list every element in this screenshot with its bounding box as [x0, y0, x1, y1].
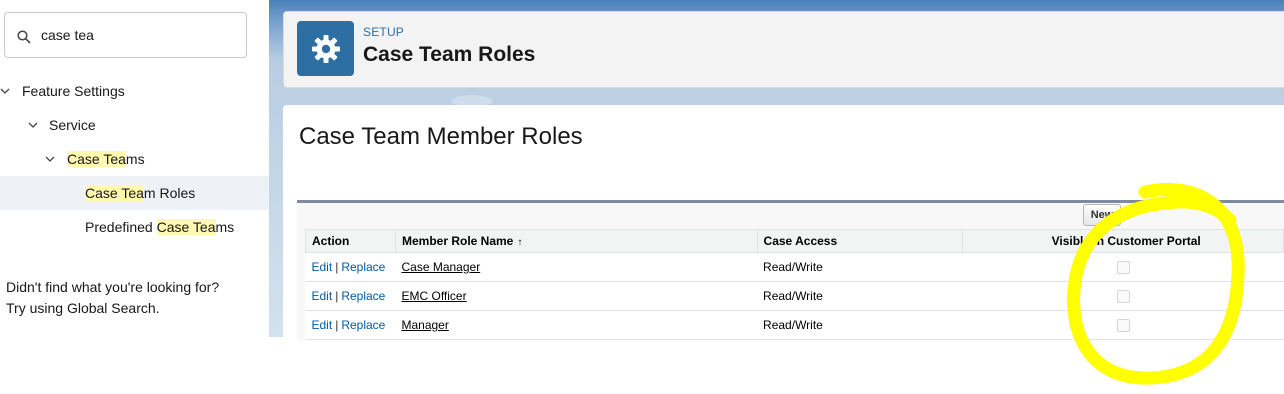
role-name-link[interactable]: EMC Officer — [401, 289, 466, 303]
search-highlight: Case Tea — [85, 185, 144, 201]
tree-item-service[interactable]: Service — [0, 108, 269, 142]
separator: | — [335, 289, 339, 303]
replace-link[interactable]: Replace — [341, 318, 385, 332]
search-highlight: Case Tea — [156, 219, 216, 235]
help-line-2: Try using Global Search. — [6, 300, 160, 316]
case-access-cell: Read/Write — [757, 310, 963, 340]
role-name-cell: Manager — [395, 310, 758, 340]
chevron-down-icon[interactable] — [45, 154, 55, 164]
chevron-down-icon[interactable] — [0, 86, 10, 96]
action-cell: Edit | Replace — [305, 281, 396, 311]
column-header-case-access: Case Access — [756, 229, 964, 253]
sort-ascending-icon: ↑ — [517, 237, 523, 248]
case-access-cell: Read/Write — [757, 252, 963, 282]
separator: | — [335, 318, 339, 332]
help-line-1: Didn't find what you're looking for? — [6, 279, 220, 295]
chevron-down-icon[interactable] — [28, 120, 38, 130]
replace-link[interactable]: Replace — [341, 289, 385, 303]
tree-label-rest: ms — [125, 151, 145, 167]
tree-item-case-team-roles[interactable]: Case Team Roles — [0, 176, 269, 210]
section-title: Case Team Member Roles — [299, 123, 583, 150]
tree-label: Predefined Case Teams — [85, 210, 234, 244]
tree-label-rest: m Roles — [143, 185, 196, 201]
role-name-link[interactable]: Manager — [401, 318, 448, 332]
page-title: Case Team Roles — [363, 43, 536, 66]
tree-item-case-teams[interactable]: Case Teams — [0, 142, 269, 176]
role-name-cell: Case Manager — [395, 252, 758, 282]
tree-item-predefined-case-teams[interactable]: Predefined Case Teams — [0, 210, 269, 244]
setup-breadcrumb[interactable]: SETUP — [363, 25, 404, 39]
action-cell: Edit | Replace — [305, 252, 396, 282]
replace-link[interactable]: Replace — [341, 260, 385, 274]
edit-link[interactable]: Edit — [312, 260, 333, 274]
column-label: Member Role Name — [401, 234, 514, 248]
setup-sidebar: Feature Settings Service Case Teams Case… — [0, 0, 269, 337]
action-cell: Edit | Replace — [305, 310, 396, 340]
page-header: SETUP Case Team Roles — [283, 11, 1284, 88]
search-help-text: Didn't find what you're looking for? Try… — [6, 277, 219, 319]
tree-label: Case Team Roles — [85, 176, 195, 210]
tree-item-feature-settings[interactable]: Feature Settings — [0, 74, 269, 108]
tree-label: Feature Settings — [22, 83, 125, 99]
separator: | — [335, 260, 339, 274]
search-icon — [17, 30, 31, 44]
quick-find-input[interactable] — [41, 23, 236, 47]
column-header-action: Action — [305, 229, 396, 253]
tree-label: Service — [49, 117, 96, 133]
edit-link[interactable]: Edit — [312, 318, 333, 332]
quick-find-search[interactable] — [4, 12, 247, 58]
annotation-circle — [1067, 183, 1245, 385]
edit-link[interactable]: Edit — [312, 289, 333, 303]
tree-label-prefix: Predefined — [85, 219, 157, 235]
setup-icon-tile — [297, 21, 354, 76]
column-header-member-role-name[interactable]: Member Role Name ↑ — [394, 229, 758, 253]
case-access-cell: Read/Write — [757, 281, 963, 311]
gear-icon — [312, 35, 340, 63]
role-name-cell: EMC Officer — [395, 281, 758, 311]
search-highlight: Case Tea — [67, 151, 126, 167]
tree-label: Case Teams — [67, 142, 145, 176]
role-name-link[interactable]: Case Manager — [401, 260, 480, 274]
tree-label-rest: ms — [215, 219, 235, 235]
